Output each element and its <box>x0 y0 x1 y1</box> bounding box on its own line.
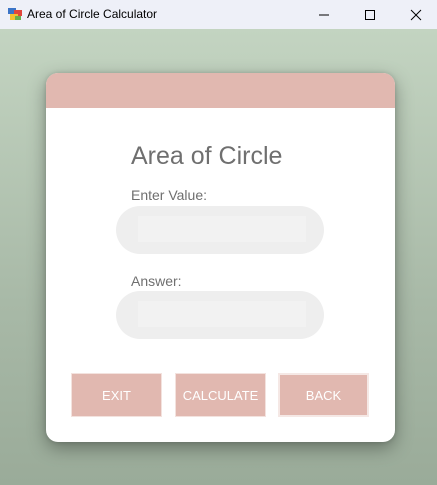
value-field-container <box>116 206 324 254</box>
back-button[interactable]: BACK <box>278 373 369 417</box>
close-button[interactable] <box>393 0 437 29</box>
close-icon <box>410 9 422 20</box>
window-client-area: Area of Circle Enter Value: Answer: EXIT… <box>0 29 437 485</box>
minimize-icon <box>319 14 329 15</box>
answer-label: Answer: <box>131 273 182 289</box>
page-title: Area of Circle <box>131 142 283 170</box>
answer-field-container <box>116 291 324 339</box>
title-bar: Area of Circle Calculator <box>0 0 437 29</box>
calculate-button[interactable]: CALCULATE <box>175 373 266 417</box>
panel-header-bar <box>46 73 395 108</box>
minimize-button[interactable] <box>301 0 347 29</box>
value-label: Enter Value: <box>131 187 208 203</box>
calculator-panel: Area of Circle Enter Value: Answer: EXIT… <box>46 73 395 442</box>
window-title: Area of Circle Calculator <box>27 7 158 21</box>
value-input[interactable] <box>138 216 306 242</box>
exit-button[interactable]: EXIT <box>71 373 162 417</box>
maximize-icon <box>365 9 375 20</box>
app-icon <box>8 7 22 21</box>
answer-output[interactable] <box>138 301 306 327</box>
maximize-button[interactable] <box>347 0 393 29</box>
